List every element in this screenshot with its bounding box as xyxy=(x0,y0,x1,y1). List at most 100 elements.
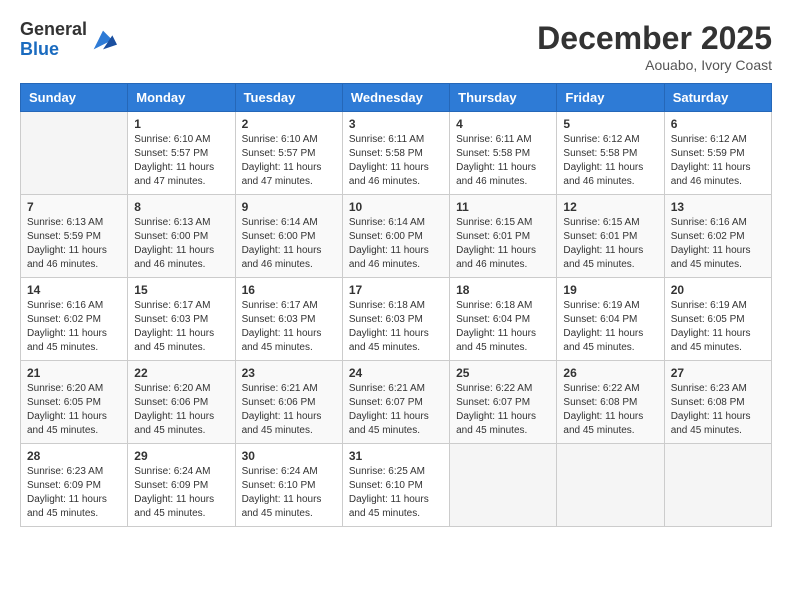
calendar-cell: 3Sunrise: 6:11 AMSunset: 5:58 PMDaylight… xyxy=(342,112,449,195)
day-number: 6 xyxy=(671,117,765,131)
day-info: Sunrise: 6:24 AMSunset: 6:09 PMDaylight:… xyxy=(134,465,228,521)
day-info: Sunrise: 6:14 AMSunset: 6:00 PMDaylight:… xyxy=(242,216,336,272)
calendar-cell: 17Sunrise: 6:18 AMSunset: 6:03 PMDayligh… xyxy=(342,278,449,361)
calendar-cell: 22 Sunrise: 6:20 AMSunset: 6:06 PMDayligh… xyxy=(128,361,235,444)
day-number: 18 xyxy=(456,283,550,297)
day-info: Sunrise: 6:19 AMSunset: 6:04 PMDaylight:… xyxy=(563,299,657,355)
calendar-cell: 4Sunrise: 6:11 AMSunset: 5:58 PMDaylight… xyxy=(450,112,557,195)
main-title: December 2025 xyxy=(537,20,772,57)
day-info: Sunrise: 6:15 AMSunset: 6:01 PMDaylight:… xyxy=(456,216,550,272)
subtitle: Aouabo, Ivory Coast xyxy=(537,57,772,73)
calendar-cell: 7 Sunrise: 6:13 AMSunset: 5:59 PMDaylight… xyxy=(21,195,128,278)
page-header: General Blue December 2025 Aouabo, Ivory… xyxy=(20,20,772,73)
day-info: Sunrise: 6:25 AMSunset: 6:10 PMDaylight:… xyxy=(349,465,443,521)
day-info: Sunrise: 6:21 AMSunset: 6:07 PMDaylight:… xyxy=(349,382,443,438)
calendar-cell: 16Sunrise: 6:17 AMSunset: 6:03 PMDayligh… xyxy=(235,278,342,361)
day-number: 12 xyxy=(563,200,657,214)
calendar-cell xyxy=(21,112,128,195)
calendar-cell: 25Sunrise: 6:22 AMSunset: 6:07 PMDayligh… xyxy=(450,361,557,444)
day-number: 24 xyxy=(349,366,443,380)
calendar-cell: 2Sunrise: 6:10 AMSunset: 5:57 PMDaylight… xyxy=(235,112,342,195)
day-info: Sunrise: 6:13 AMSunset: 6:00 PMDaylight:… xyxy=(134,216,228,272)
calendar-cell xyxy=(557,444,664,527)
calendar-week-row: 14Sunrise: 6:16 AMSunset: 6:02 PMDayligh… xyxy=(21,278,772,361)
calendar-day-header: Wednesday xyxy=(342,84,449,112)
day-info: Sunrise: 6:10 AMSunset: 5:57 PMDaylight:… xyxy=(134,133,228,189)
day-number: 8 xyxy=(134,200,228,214)
day-number: 22 xyxy=(134,366,228,380)
calendar-cell xyxy=(664,444,771,527)
logo-blue-text: Blue xyxy=(20,40,87,60)
calendar-cell: 28Sunrise: 6:23 AMSunset: 6:09 PMDayligh… xyxy=(21,444,128,527)
day-number: 1 xyxy=(134,117,228,131)
day-number: 30 xyxy=(242,449,336,463)
day-info: Sunrise: 6:13 AMSunset: 5:59 PMDaylight:… xyxy=(27,216,121,272)
day-info: Sunrise: 6:20 AMSunset: 6:05 PMDaylight:… xyxy=(27,382,121,438)
calendar-cell: 21 Sunrise: 6:20 AMSunset: 6:05 PMDayligh… xyxy=(21,361,128,444)
day-number: 23 xyxy=(242,366,336,380)
day-number: 17 xyxy=(349,283,443,297)
day-info: Sunrise: 6:14 AMSunset: 6:00 PMDaylight:… xyxy=(349,216,443,272)
calendar-cell: 29 Sunrise: 6:24 AMSunset: 6:09 PMDayligh… xyxy=(128,444,235,527)
calendar-week-row: 1 Sunrise: 6:10 AMSunset: 5:57 PMDaylight… xyxy=(21,112,772,195)
calendar-day-header: Sunday xyxy=(21,84,128,112)
logo-general-text: General xyxy=(20,20,87,40)
day-info: Sunrise: 6:11 AMSunset: 5:58 PMDaylight:… xyxy=(456,133,550,189)
day-info: Sunrise: 6:22 AMSunset: 6:08 PMDaylight:… xyxy=(563,382,657,438)
day-number: 10 xyxy=(349,200,443,214)
logo: General Blue xyxy=(20,20,117,60)
day-number: 7 xyxy=(27,200,121,214)
day-number: 16 xyxy=(242,283,336,297)
calendar-cell: 10 Sunrise: 6:14 AMSunset: 6:00 PMDayligh… xyxy=(342,195,449,278)
logo-icon xyxy=(89,26,117,54)
calendar-day-header: Friday xyxy=(557,84,664,112)
calendar-week-row: 7 Sunrise: 6:13 AMSunset: 5:59 PMDaylight… xyxy=(21,195,772,278)
calendar-day-header: Tuesday xyxy=(235,84,342,112)
calendar-cell: 23 Sunrise: 6:21 AMSunset: 6:06 PMDayligh… xyxy=(235,361,342,444)
day-info: Sunrise: 6:16 AMSunset: 6:02 PMDaylight:… xyxy=(671,216,765,272)
day-info: Sunrise: 6:10 AMSunset: 5:57 PMDaylight:… xyxy=(242,133,336,189)
calendar-header-row: SundayMondayTuesdayWednesdayThursdayFrid… xyxy=(21,84,772,112)
calendar-day-header: Monday xyxy=(128,84,235,112)
calendar-cell: 9Sunrise: 6:14 AMSunset: 6:00 PMDaylight… xyxy=(235,195,342,278)
calendar-cell: 6 Sunrise: 6:12 AMSunset: 5:59 PMDaylight… xyxy=(664,112,771,195)
day-number: 26 xyxy=(563,366,657,380)
day-info: Sunrise: 6:12 AMSunset: 5:58 PMDaylight:… xyxy=(563,133,657,189)
day-number: 13 xyxy=(671,200,765,214)
day-info: Sunrise: 6:15 AMSunset: 6:01 PMDaylight:… xyxy=(563,216,657,272)
calendar-cell: 31 Sunrise: 6:25 AMSunset: 6:10 PMDayligh… xyxy=(342,444,449,527)
calendar-day-header: Thursday xyxy=(450,84,557,112)
day-info: Sunrise: 6:21 AMSunset: 6:06 PMDaylight:… xyxy=(242,382,336,438)
calendar-week-row: 28Sunrise: 6:23 AMSunset: 6:09 PMDayligh… xyxy=(21,444,772,527)
calendar-cell: 1 Sunrise: 6:10 AMSunset: 5:57 PMDaylight… xyxy=(128,112,235,195)
calendar-cell: 26 Sunrise: 6:22 AMSunset: 6:08 PMDayligh… xyxy=(557,361,664,444)
day-number: 19 xyxy=(563,283,657,297)
day-info: Sunrise: 6:20 AMSunset: 6:06 PMDaylight:… xyxy=(134,382,228,438)
calendar-cell: 12 Sunrise: 6:15 AMSunset: 6:01 PMDayligh… xyxy=(557,195,664,278)
day-number: 21 xyxy=(27,366,121,380)
day-number: 28 xyxy=(27,449,121,463)
calendar-cell: 11 Sunrise: 6:15 AMSunset: 6:01 PMDayligh… xyxy=(450,195,557,278)
day-info: Sunrise: 6:12 AMSunset: 5:59 PMDaylight:… xyxy=(671,133,765,189)
calendar-day-header: Saturday xyxy=(664,84,771,112)
calendar-table: SundayMondayTuesdayWednesdayThursdayFrid… xyxy=(20,83,772,527)
day-number: 29 xyxy=(134,449,228,463)
calendar-cell: 14Sunrise: 6:16 AMSunset: 6:02 PMDayligh… xyxy=(21,278,128,361)
calendar-cell: 15Sunrise: 6:17 AMSunset: 6:03 PMDayligh… xyxy=(128,278,235,361)
calendar-cell: 30Sunrise: 6:24 AMSunset: 6:10 PMDayligh… xyxy=(235,444,342,527)
day-number: 31 xyxy=(349,449,443,463)
calendar-cell: 24 Sunrise: 6:21 AMSunset: 6:07 PMDayligh… xyxy=(342,361,449,444)
day-number: 5 xyxy=(563,117,657,131)
day-number: 25 xyxy=(456,366,550,380)
day-number: 15 xyxy=(134,283,228,297)
calendar-cell: 27Sunrise: 6:23 AMSunset: 6:08 PMDayligh… xyxy=(664,361,771,444)
day-number: 3 xyxy=(349,117,443,131)
title-section: December 2025 Aouabo, Ivory Coast xyxy=(537,20,772,73)
calendar-week-row: 21 Sunrise: 6:20 AMSunset: 6:05 PMDayligh… xyxy=(21,361,772,444)
day-info: Sunrise: 6:19 AMSunset: 6:05 PMDaylight:… xyxy=(671,299,765,355)
calendar-cell: 19 Sunrise: 6:19 AMSunset: 6:04 PMDayligh… xyxy=(557,278,664,361)
day-info: Sunrise: 6:18 AMSunset: 6:04 PMDaylight:… xyxy=(456,299,550,355)
day-number: 27 xyxy=(671,366,765,380)
day-number: 11 xyxy=(456,200,550,214)
calendar-cell: 8 Sunrise: 6:13 AMSunset: 6:00 PMDaylight… xyxy=(128,195,235,278)
